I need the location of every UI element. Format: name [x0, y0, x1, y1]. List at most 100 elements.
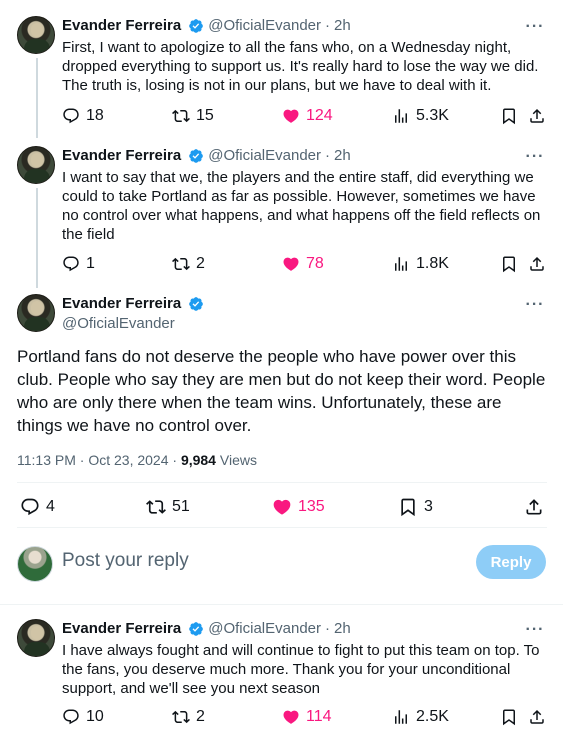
- separator-dot: ·: [325, 620, 331, 637]
- bookmark-action[interactable]: [500, 106, 518, 126]
- author-name[interactable]: Evander Ferreira: [62, 147, 181, 164]
- author-avatar[interactable]: [17, 294, 55, 332]
- bookmark-action[interactable]: 3: [398, 497, 433, 517]
- more-options-icon[interactable]: ···: [525, 297, 545, 316]
- share-action[interactable]: [528, 254, 546, 274]
- heart-icon: [282, 107, 300, 125]
- author-avatar[interactable]: [17, 146, 55, 184]
- thread-connector: [36, 188, 38, 288]
- bookmark-count: 3: [424, 498, 433, 515]
- author-avatar[interactable]: [17, 619, 55, 657]
- more-options-icon[interactable]: ···: [525, 19, 545, 38]
- repost-action[interactable]: 15: [172, 106, 214, 126]
- divider: [17, 482, 547, 483]
- bookmark-icon: [398, 497, 418, 517]
- separator-dot: ·: [325, 147, 331, 164]
- repost-count: 15: [196, 107, 214, 124]
- repost-count: 2: [196, 255, 205, 272]
- like-count: 114: [306, 708, 332, 725]
- views-count: 2.5K: [416, 708, 449, 725]
- share-icon: [524, 497, 544, 517]
- bookmark-action[interactable]: [500, 707, 518, 727]
- repost-action[interactable]: 2: [172, 707, 205, 727]
- reply-action[interactable]: 18: [62, 106, 104, 126]
- views-action[interactable]: 2.5K: [392, 707, 449, 727]
- like-count: 124: [306, 107, 333, 124]
- author-avatar[interactable]: [17, 16, 55, 54]
- share-icon: [528, 255, 546, 273]
- share-icon: [528, 708, 546, 726]
- author-handle[interactable]: @OficialEvander: [62, 315, 175, 332]
- reply-button[interactable]: Reply: [476, 545, 546, 579]
- reply-count: 10: [86, 708, 104, 725]
- bookmark-action[interactable]: [500, 254, 518, 274]
- thread-connector: [36, 58, 38, 138]
- reply-action[interactable]: 4: [20, 497, 55, 517]
- verified-badge-icon: [188, 18, 204, 34]
- reply-icon: [62, 107, 80, 125]
- like-count: 78: [306, 255, 324, 272]
- more-options-icon[interactable]: ···: [525, 622, 545, 641]
- verified-badge-icon: [188, 621, 204, 637]
- more-options-icon[interactable]: ···: [525, 149, 545, 168]
- tweet-text: I have always fought and will continue t…: [62, 642, 540, 697]
- tweet-time[interactable]: 2h: [334, 17, 351, 34]
- views-action[interactable]: 1.8K: [392, 254, 449, 274]
- repost-icon: [146, 497, 166, 517]
- reply-icon: [20, 497, 40, 517]
- repost-icon: [172, 708, 190, 726]
- views-label: Views: [215, 452, 257, 468]
- like-action[interactable]: 78: [282, 254, 324, 274]
- author-handle[interactable]: @OficialEvander: [208, 620, 321, 637]
- verified-badge-icon: [188, 148, 204, 164]
- repost-action[interactable]: 51: [146, 497, 190, 517]
- repost-count: 51: [172, 498, 190, 515]
- bookmark-icon: [500, 255, 518, 273]
- author-name[interactable]: Evander Ferreira: [62, 620, 181, 637]
- repost-action[interactable]: 2: [172, 254, 205, 274]
- author-name[interactable]: Evander Ferreira: [62, 295, 181, 312]
- views-action[interactable]: 5.3K: [392, 106, 449, 126]
- divider: [0, 604, 563, 605]
- share-action[interactable]: [528, 707, 546, 727]
- reply-icon: [62, 255, 80, 273]
- heart-icon: [272, 497, 292, 517]
- main-tweet-text: Portland fans do not deserve the people …: [17, 347, 546, 435]
- like-count: 135: [298, 498, 325, 515]
- author-handle[interactable]: @OficialEvander: [208, 147, 321, 164]
- reply-count: 18: [86, 107, 104, 124]
- timestamp-text: 11:13 PM · Oct 23, 2024 ·: [17, 452, 181, 468]
- share-icon: [528, 107, 546, 125]
- views-count: 9,984: [180, 452, 216, 468]
- current-user-avatar[interactable]: [17, 546, 53, 582]
- reply-count: 4: [46, 498, 55, 515]
- share-action[interactable]: [524, 497, 544, 517]
- author-name[interactable]: Evander Ferreira: [62, 17, 181, 34]
- views-icon: [392, 255, 410, 273]
- bookmark-icon: [500, 107, 518, 125]
- divider: [17, 527, 547, 528]
- reply-count: 1: [86, 255, 95, 272]
- author-handle[interactable]: @OficialEvander: [208, 17, 321, 34]
- views-icon: [392, 107, 410, 125]
- reply-input[interactable]: Post your reply: [62, 550, 189, 572]
- share-action[interactable]: [528, 106, 546, 126]
- tweet-time[interactable]: 2h: [334, 620, 351, 637]
- like-action[interactable]: 114: [282, 707, 332, 727]
- tweet-text: First, I want to apologize to all the fa…: [62, 39, 539, 94]
- verified-badge-icon: [188, 296, 204, 312]
- repost-count: 2: [196, 708, 205, 725]
- reply-action[interactable]: 10: [62, 707, 104, 727]
- views-icon: [392, 708, 410, 726]
- like-action[interactable]: 135: [272, 497, 325, 517]
- separator-dot: ·: [325, 17, 331, 34]
- reply-action[interactable]: 1: [62, 254, 95, 274]
- tweet-timestamp[interactable]: 11:13 PM · Oct 23, 2024 · 9,984 Views: [17, 452, 257, 468]
- repost-icon: [172, 255, 190, 273]
- heart-icon: [282, 708, 300, 726]
- heart-icon: [282, 255, 300, 273]
- tweet-time[interactable]: 2h: [334, 147, 351, 164]
- bookmark-icon: [500, 708, 518, 726]
- like-action[interactable]: 124: [282, 106, 333, 126]
- views-count: 5.3K: [416, 107, 449, 124]
